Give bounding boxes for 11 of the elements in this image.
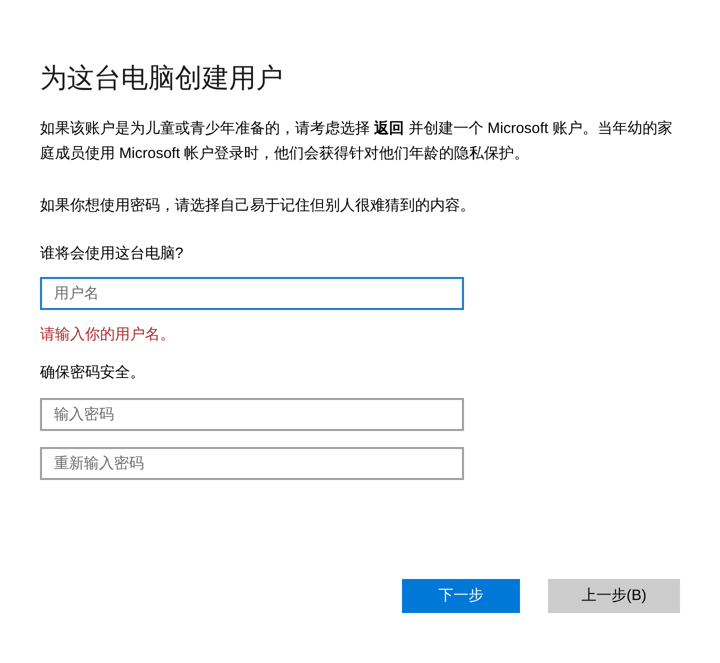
error-message: 请输入你的用户名。 bbox=[40, 325, 176, 345]
page-title: 为这台电脑创建用户 bbox=[40, 62, 284, 95]
field-label: 谁将会使用这台电脑? bbox=[40, 244, 184, 264]
next-button[interactable]: 下一步 bbox=[402, 579, 520, 613]
text-field[interactable]: 输入密码 bbox=[40, 398, 464, 431]
field-label: 确保密码安全。 bbox=[40, 363, 146, 383]
text-field[interactable]: 重新输入密码 bbox=[40, 447, 464, 480]
description-text: 如果该账户是为儿童或青少年准备的，请考虑选择 返回 并创建一个 Microsoft 账户。当年幼的家庭成员使用 Microsoft 帐户登录时，他们会获得针对他们年龄的隐私保护。 bbox=[40, 119, 674, 164]
back-button[interactable]: 上一步(B) bbox=[548, 579, 680, 613]
text-field[interactable]: 用户名 bbox=[40, 277, 464, 310]
description-text: 如果你想使用密码，请选择自己易于记住但别人很难猜到的内容。 bbox=[40, 196, 476, 216]
